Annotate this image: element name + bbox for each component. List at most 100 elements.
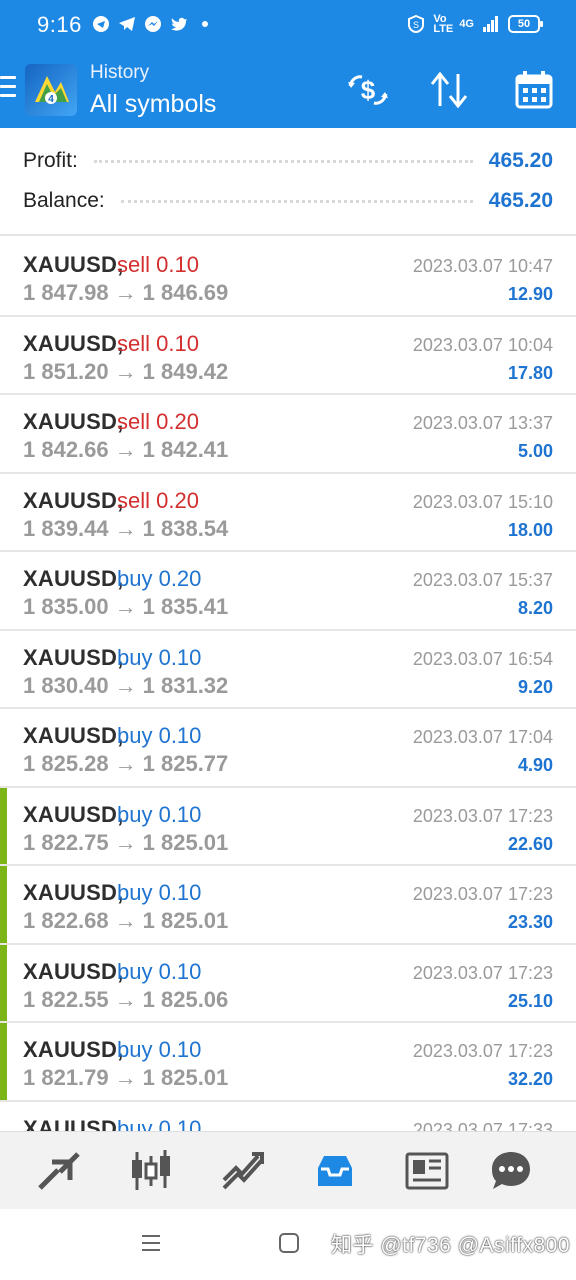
balance-label: Balance: [23, 189, 105, 212]
svg-text:S: S [413, 20, 419, 30]
deal-time: 2023.03.07 15:37 [412, 570, 553, 590]
list-item[interactable]: XAUUSD, buy 0.10 1 822.55 → 1 825.06 2023.03.… [0, 944, 576, 1023]
list-item[interactable]: XAUUSD, buy 0.10 1 830.40 → 1 831.32 2023.03.… [0, 630, 576, 709]
deal-symbol: XAUUSD, [23, 644, 124, 670]
signal-bars-icon [483, 16, 498, 32]
list-item[interactable]: XAUUSD, sell 0.20 1 842.66 → 1 842.41 2023.03… [0, 395, 576, 474]
deal-time: 2023.03.07 13:37 [412, 413, 553, 433]
news-icon[interactable] [404, 1148, 450, 1194]
deal-profit: 4.90 [517, 755, 553, 775]
arrow-right-icon: → [114, 1065, 137, 1090]
deal-prices: 1 839.44 → 1 838.54 [23, 516, 228, 542]
history-icon[interactable] [312, 1148, 358, 1194]
close-price: 1 838.54 [142, 515, 229, 541]
close-price: 1 842.41 [142, 437, 229, 462]
close-price: 1 849.42 [142, 358, 229, 384]
arrow-right-icon: → [114, 437, 137, 462]
arrow-right-icon: → [114, 908, 137, 933]
chat-icon[interactable] [488, 1148, 534, 1194]
currency-exchange-icon[interactable]: $ [346, 68, 390, 112]
network-indicator: 4G [459, 18, 474, 30]
home-icon[interactable] [278, 1232, 300, 1254]
calendar-icon[interactable] [512, 68, 556, 112]
list-item[interactable]: XAUUSD, buy 0.10 1 822.75 → 1 825.01 2023.03.… [0, 787, 576, 866]
deal-side-volume: sell 0.20 [117, 409, 199, 434]
deal-prices: 1 830.40 → 1 831.32 [23, 673, 228, 699]
list-item[interactable]: XAUUSD, sell 0.10 1 851.20 → 1 849.42 2023.03… [0, 316, 576, 395]
page-title[interactable]: All symbols [90, 90, 216, 119]
status-time: 9:16 [37, 12, 82, 37]
svg-text:4: 4 [48, 94, 54, 105]
open-price: 1 822.55 [23, 986, 109, 1012]
deal-time: 2023.03.07 17:23 [412, 805, 553, 826]
app-subtitle: History [90, 62, 150, 83]
deal-symbol: XAUUSD, [23, 487, 124, 513]
summary-panel: Profit: 465.20 Balance: 465.20 [0, 128, 576, 236]
position-marker [0, 866, 7, 943]
metatrader-logo: 4 [25, 64, 77, 116]
arrow-right-icon: → [114, 358, 137, 384]
deal-symbol: XAUUSD, [23, 409, 124, 434]
deal-time: 2023.03.07 17:23 [412, 962, 553, 983]
open-price: 1 842.66 [23, 437, 109, 462]
open-price: 1 851.20 [23, 358, 109, 384]
deal-side-volume: sell 0.20 [117, 487, 199, 513]
deal-profit: 17.80 [507, 362, 553, 383]
status-bar: 9:16 S Vo LTE 4G 50 [0, 0, 576, 50]
deal-symbol: XAUUSD, [23, 252, 124, 277]
list-item[interactable]: XAUUSD, buy 0.10 1 822.68 → 1 825.01 2023.03.… [0, 866, 576, 945]
sort-icon[interactable] [428, 68, 472, 112]
deal-prices: 1 822.75 → 1 825.01 [23, 830, 228, 856]
list-item[interactable]: XAUUSD, buy 0.10 1 821.79 → 1 825.01 2023.03.… [0, 1023, 576, 1102]
arrow-right-icon: → [114, 672, 137, 698]
deal-time: 2023.03.07 16:54 [412, 648, 553, 669]
list-item[interactable]: XAUUSD, sell 0.20 1 839.44 → 1 838.54 2023.03… [0, 473, 576, 552]
deal-profit: 23.30 [507, 912, 553, 932]
quotes-icon[interactable] [36, 1148, 82, 1194]
close-price: 1 846.69 [142, 280, 229, 305]
app-bar: 4 History All symbols $ [0, 50, 576, 128]
battery-indicator: 50 [508, 15, 543, 33]
signal-app-icon [93, 16, 109, 32]
dotted-leader [120, 199, 473, 203]
close-price: 1 825.01 [142, 829, 229, 855]
deal-profit: 8.20 [517, 598, 553, 618]
deal-time: 2023.03.07 17:23 [412, 1041, 553, 1061]
deal-side-volume: buy 0.10 [117, 644, 202, 670]
list-item[interactable]: XAUUSD, buy 0.10 1 825.28 → 1 825.77 2023.03.… [0, 709, 576, 788]
arrow-right-icon: → [114, 515, 137, 541]
deal-profit: 9.20 [517, 676, 553, 697]
close-price: 1 825.77 [142, 751, 229, 776]
list-item[interactable]: XAUUSD, buy 0.20 1 835.00 → 1 835.41 2023.03.… [0, 552, 576, 631]
deal-prices: 1 822.55 → 1 825.06 [23, 987, 228, 1013]
chart-icon[interactable] [128, 1148, 174, 1194]
deal-time: 2023.03.07 17:23 [412, 884, 553, 904]
volte-indicator: Vo LTE [433, 13, 454, 35]
arrow-right-icon: → [114, 986, 137, 1012]
deal-side-volume: sell 0.10 [117, 252, 199, 277]
telegram-icon [119, 17, 135, 31]
open-price: 1 847.98 [23, 280, 109, 305]
history-list[interactable]: XAUUSD, sell 0.10 1 847.98 → 1 846.69 2023.03… [0, 238, 576, 1142]
trade-icon[interactable] [220, 1148, 266, 1194]
deal-symbol: XAUUSD, [23, 330, 124, 356]
deal-side-volume: sell 0.10 [117, 330, 199, 356]
position-marker [0, 787, 7, 864]
deal-profit: 25.10 [507, 990, 553, 1011]
dotted-leader [93, 159, 473, 163]
list-item[interactable]: XAUUSD, sell 0.10 1 847.98 → 1 846.69 2023.03… [0, 238, 576, 317]
deal-prices: 1 822.68 → 1 825.01 [23, 908, 228, 934]
position-marker [0, 1023, 7, 1100]
shield-icon: S [408, 15, 425, 33]
open-price: 1 822.75 [23, 829, 109, 855]
recent-apps-icon[interactable] [140, 1232, 162, 1254]
menu-icon[interactable] [0, 76, 16, 100]
profit-row: Profit: 465.20 [23, 146, 553, 176]
deal-side-volume: buy 0.10 [117, 723, 202, 748]
profit-label: Profit: [23, 149, 78, 172]
close-price: 1 825.06 [142, 986, 229, 1012]
deal-side-volume: buy 0.20 [117, 566, 202, 591]
deal-prices: 1 835.00 → 1 835.41 [23, 594, 228, 620]
arrow-right-icon: → [114, 829, 137, 855]
twitter-icon [171, 17, 187, 31]
